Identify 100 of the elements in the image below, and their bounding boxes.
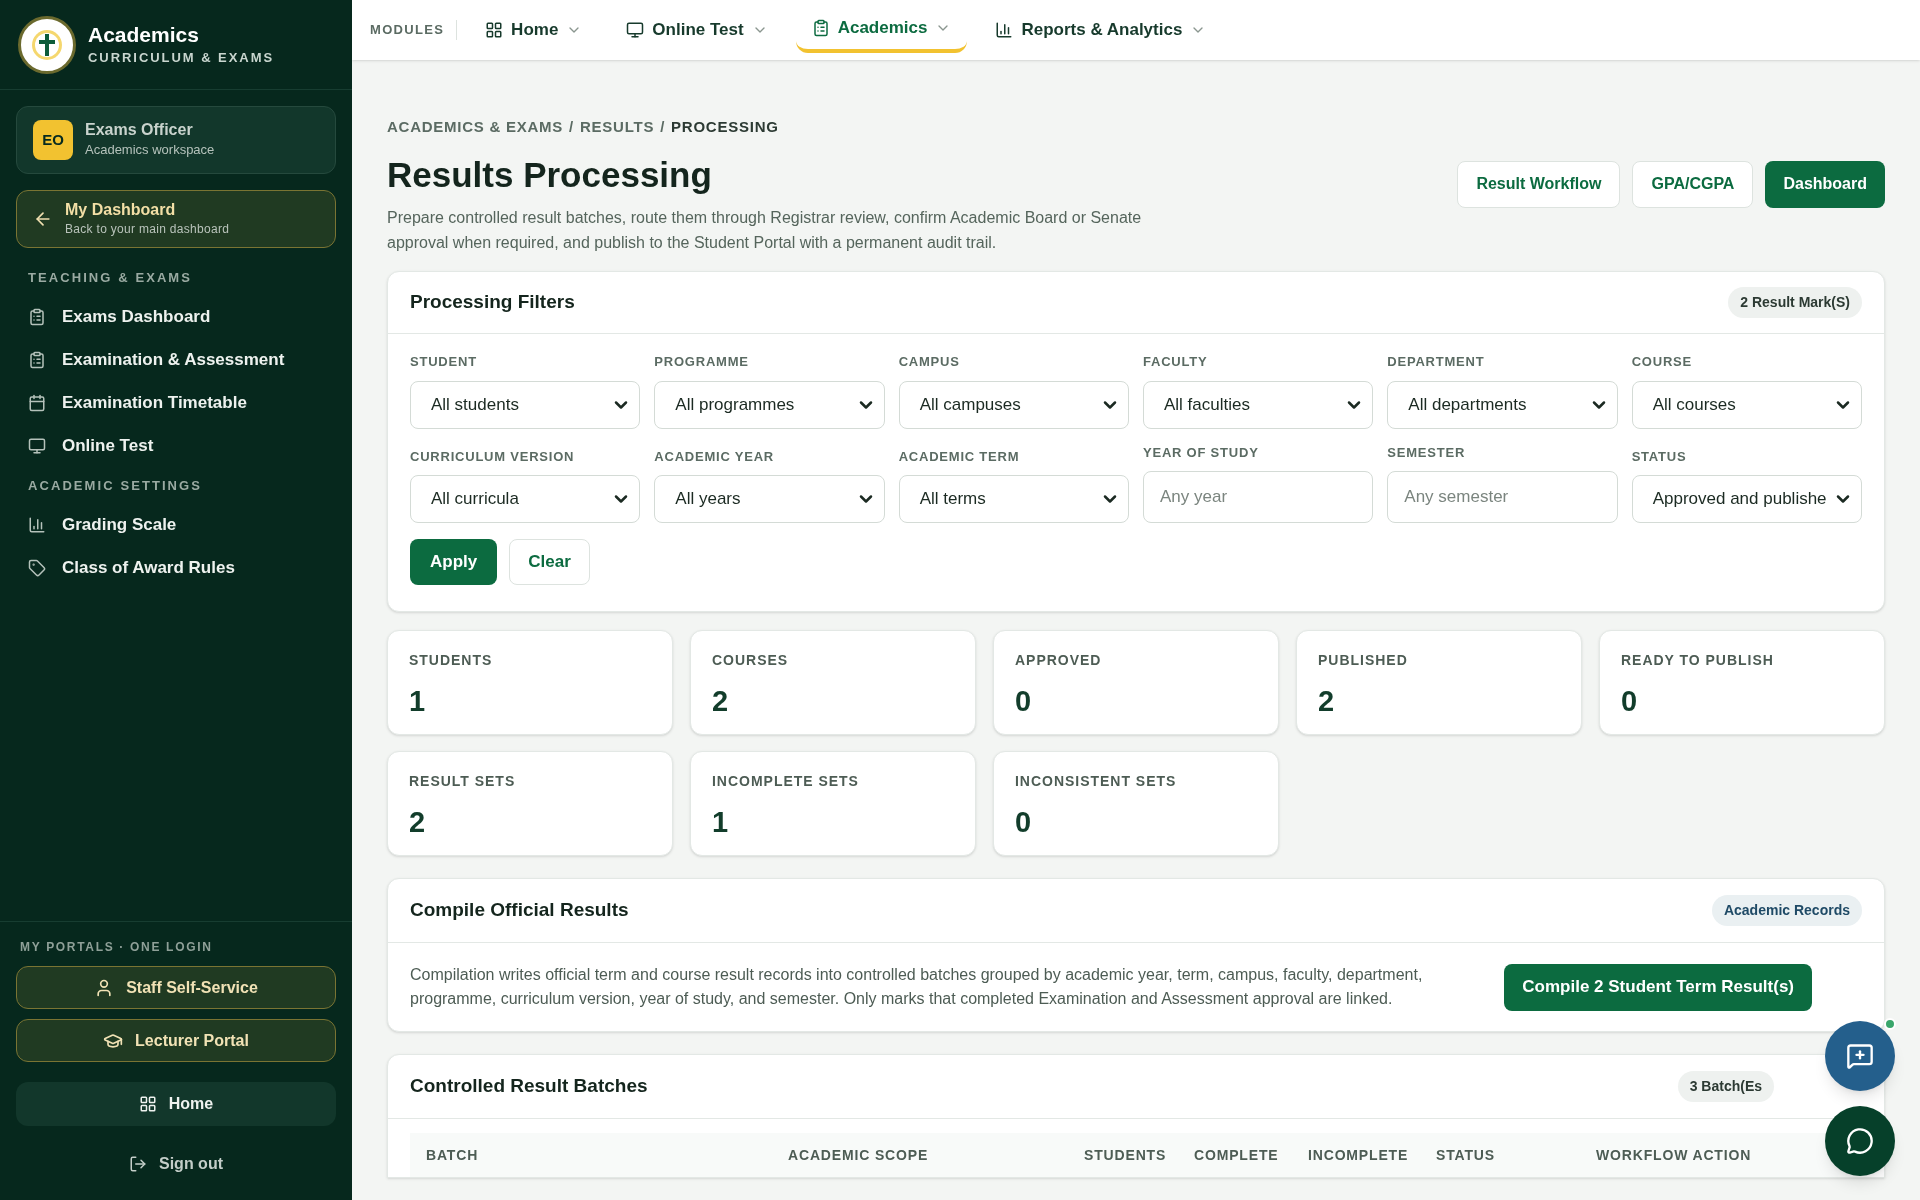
- logo-icon: [18, 15, 76, 74]
- page-description: Prepare controlled result batches, route them through Registrar review, confirm Academic Board or Senate approval when required, and publish to the Student Portal with a permanent audit trail.: [387, 208, 1143, 253]
- breadcrumb-item[interactable]: RESULTS: [580, 116, 655, 139]
- select-field[interactable]: All courses: [1631, 380, 1862, 429]
- stat-label: COURSES: [712, 651, 790, 670]
- select-field[interactable]: All years: [654, 475, 885, 523]
- portal-link[interactable]: Lecturer Portal: [16, 1019, 336, 1062]
- stat-value: 1: [409, 684, 427, 719]
- count-badge: Academic Records: [1711, 895, 1862, 926]
- filter-label: STUDENT: [410, 353, 478, 371]
- breadcrumb-separator: /: [569, 117, 575, 137]
- column-header: STUDENTS: [1084, 1145, 1168, 1165]
- filter-label: PROGRAMME: [654, 353, 750, 371]
- select-field[interactable]: All programmes: [654, 380, 885, 429]
- column-header: WORKFLOW ACTION: [1596, 1145, 1753, 1165]
- portal-link[interactable]: Staff Self-Service: [16, 966, 336, 1009]
- column-header: STATUS: [1436, 1145, 1496, 1165]
- header-button[interactable]: Dashboard: [1765, 160, 1885, 208]
- filter-label: FACULTY: [1143, 353, 1209, 371]
- user-avatar: EO: [33, 120, 73, 160]
- stat-label: READY TO PUBLISH: [1621, 651, 1775, 670]
- my-dashboard-link[interactable]: My Dashboard Back to your main dashboard: [16, 190, 336, 248]
- column-header: BATCH: [426, 1145, 480, 1165]
- stat-label: PUBLISHED: [1318, 651, 1409, 670]
- compile-button[interactable]: Compile 2 Student Term Result(s): [1504, 963, 1812, 1011]
- module-tab[interactable]: Home: [469, 7, 599, 53]
- chat-icon: [1846, 1127, 1874, 1155]
- stat-label: STUDENTS: [409, 651, 494, 670]
- user-workspace: Academics workspace: [85, 141, 215, 160]
- calendar-icon: [28, 394, 46, 412]
- bar-chart-icon: [995, 21, 1014, 39]
- count-badge: 2 Result Mark(S): [1728, 287, 1862, 318]
- input-field[interactable]: Any year: [1143, 471, 1374, 523]
- card-title: Compile Official Results: [410, 898, 629, 923]
- sidebar-item[interactable]: Grading Scale: [16, 503, 336, 546]
- sidebar-item[interactable]: Examination & Assessment: [16, 338, 336, 382]
- header-button[interactable]: Result Workflow: [1457, 160, 1621, 208]
- compile-description: Compilation writes official term and course result records into controlled batches grouped by academic year, term, campus, faculty, department, programme, curriculum version, year of study, and semester. Only marks that completed Examination and Assessment approval are linked.: [410, 965, 1424, 1009]
- card-title: Controlled Result Batches: [410, 1074, 648, 1099]
- select-field[interactable]: All departments: [1387, 380, 1618, 429]
- stat-value: 0: [1015, 805, 1033, 840]
- stat-value: 2: [409, 805, 427, 840]
- brand-title: Academics: [88, 21, 200, 48]
- stat-value: 1: [712, 805, 730, 840]
- module-tab[interactable]: Reports & Analytics: [979, 7, 1223, 53]
- my-dashboard-subtitle: Back to your main dashboard: [65, 221, 230, 238]
- header-button[interactable]: GPA/CGPA: [1632, 160, 1754, 208]
- filter-label: CAMPUS: [898, 353, 961, 371]
- filter-label: SEMESTER: [1387, 443, 1467, 462]
- breadcrumb-item: PROCESSING: [671, 117, 779, 137]
- home-button[interactable]: Home: [16, 1082, 336, 1126]
- monitor-icon: [28, 437, 46, 455]
- column-header: INCOMPLETE: [1308, 1145, 1410, 1165]
- clipboard-icon: [811, 19, 830, 37]
- stat-value: 0: [1015, 684, 1033, 719]
- section-heading: ACADEMIC SETTINGS: [27, 476, 204, 495]
- filter-label: DEPARTMENT: [1387, 353, 1486, 371]
- sidebar-item[interactable]: Examination Timetable: [16, 381, 336, 425]
- bar-chart-icon: [28, 515, 46, 534]
- page-title: Results Processing: [387, 153, 713, 196]
- section-heading: TEACHING & EXAMS: [27, 269, 193, 287]
- filter-label: ACADEMIC YEAR: [654, 447, 776, 466]
- input-field[interactable]: Any semester: [1387, 471, 1618, 523]
- clipboard-icon: [28, 308, 46, 326]
- stat-label: INCOMPLETE SETS: [712, 772, 860, 791]
- filter-label: STATUS: [1631, 447, 1688, 466]
- tag-icon: [28, 558, 46, 577]
- select-field[interactable]: All campuses: [898, 380, 1129, 429]
- breadcrumb-item[interactable]: ACADEMICS & EXAMS: [387, 116, 564, 139]
- sidebar-item[interactable]: Online Test: [16, 424, 336, 468]
- module-tab[interactable]: Academics: [795, 7, 968, 53]
- sign-out-link[interactable]: Sign out: [16, 1144, 336, 1184]
- select-field[interactable]: All students: [410, 380, 641, 429]
- module-tab[interactable]: Online Test: [610, 7, 784, 53]
- card-title: Processing Filters: [410, 290, 575, 315]
- stat-label: INCONSISTENT SETS: [1015, 772, 1178, 791]
- select-field[interactable]: Approved and publishe: [1631, 475, 1862, 523]
- sidebar-item[interactable]: Exams Dashboard: [16, 295, 336, 339]
- select-field[interactable]: All faculties: [1143, 380, 1374, 429]
- monitor-icon: [626, 21, 645, 39]
- stat-label: RESULT SETS: [409, 772, 517, 791]
- brand-subtitle: CURRICULUM & EXAMS: [88, 48, 275, 67]
- modules-label: MODULES: [370, 20, 458, 40]
- stat-label: APPROVED: [1015, 651, 1103, 670]
- column-header: COMPLETE: [1194, 1145, 1280, 1165]
- clear-button[interactable]: Clear: [509, 539, 590, 585]
- select-field[interactable]: All terms: [898, 475, 1129, 523]
- clipboard-icon: [28, 351, 46, 369]
- sidebar-item[interactable]: Class of Award Rules: [16, 546, 336, 589]
- filter-label: ACADEMIC TERM: [898, 447, 1021, 466]
- apply-button[interactable]: Apply: [410, 539, 498, 585]
- section-heading: MY PORTALS · ONE LOGIN: [19, 939, 214, 956]
- filter-label: YEAR OF STUDY: [1143, 443, 1260, 462]
- select-field[interactable]: All curricula: [410, 475, 641, 523]
- sign-out-icon: [129, 1155, 147, 1173]
- filter-label: CURRICULUM VERSION: [410, 447, 576, 466]
- grid-icon: [138, 1095, 157, 1113]
- user-name: Exams Officer: [85, 120, 194, 141]
- grid-icon: [485, 21, 504, 39]
- breadcrumb-separator: /: [660, 117, 666, 137]
